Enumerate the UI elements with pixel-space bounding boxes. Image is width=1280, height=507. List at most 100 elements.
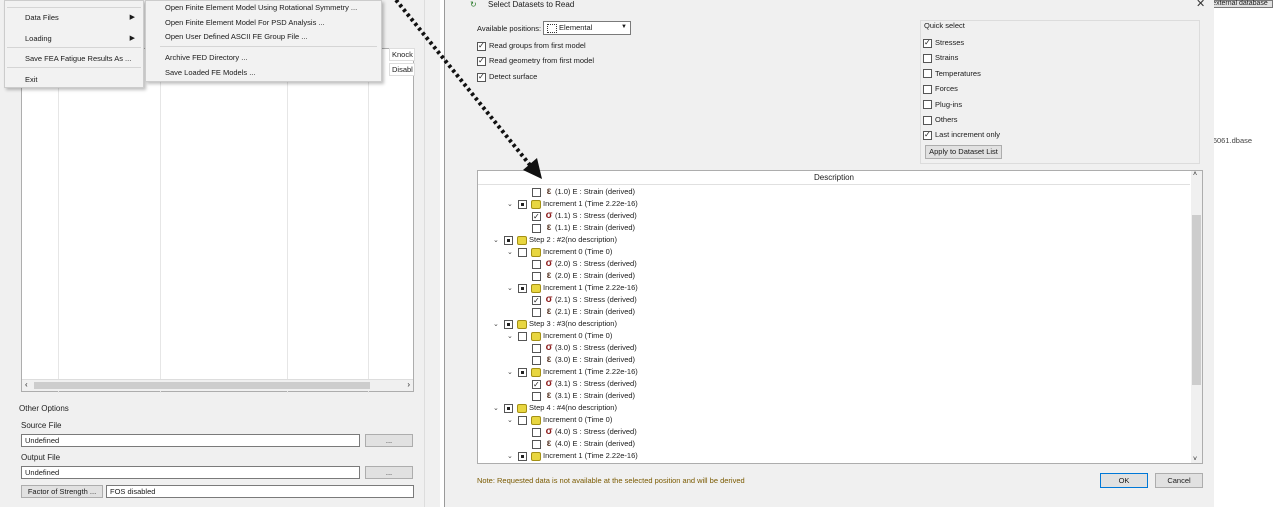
- dataset-row[interactable]: ⌄ Step 3 : #3(no description): [493, 318, 617, 330]
- row-checkbox[interactable]: [504, 319, 513, 329]
- external-database-button[interactable]: external database: [1207, 0, 1273, 8]
- dataset-row[interactable]: ⌄ Increment 1 (Time 2.22e-16): [507, 198, 638, 210]
- dataset-row[interactable]: ε (3.0) E : Strain (derived): [521, 354, 635, 366]
- expand-chevron-icon[interactable]: ⌄: [507, 199, 516, 211]
- menu-item-open-rotational[interactable]: Open Finite Element Model Using Rotation…: [165, 3, 357, 12]
- option-detect-surface[interactable]: Detect surface: [477, 72, 537, 82]
- available-positions-select[interactable]: Elemental ▼: [543, 21, 631, 35]
- source-file-field[interactable]: Undefined: [21, 434, 360, 447]
- description-column-header[interactable]: Description: [478, 171, 1190, 185]
- menu-item-open-ascii-group[interactable]: Open User Defined ASCII FE Group File ..…: [165, 32, 308, 41]
- column-header-disabled[interactable]: Disabl: [389, 63, 415, 76]
- row-checkbox[interactable]: [532, 259, 541, 269]
- expand-chevron-icon[interactable]: ⌄: [507, 331, 516, 343]
- expand-chevron-icon[interactable]: ⌄: [493, 319, 502, 331]
- scroll-thumb[interactable]: [1192, 215, 1201, 385]
- checkbox[interactable]: [923, 100, 932, 110]
- dataset-row[interactable]: ε (3.1) E : Strain (derived): [521, 390, 635, 402]
- vertical-scrollbar[interactable]: ˄ ˅: [1191, 171, 1202, 463]
- expand-chevron-icon[interactable]: ⌄: [493, 235, 502, 247]
- row-checkbox[interactable]: [504, 403, 513, 413]
- dataset-row[interactable]: σ(2.1) S : Stress (derived): [521, 294, 637, 307]
- dataset-row[interactable]: ε (1.0) E : Strain (derived): [521, 186, 635, 198]
- row-checkbox[interactable]: [532, 271, 541, 281]
- row-checkbox[interactable]: [518, 367, 527, 377]
- output-file-field[interactable]: Undefined: [21, 466, 360, 479]
- column-header-knock[interactable]: Knock: [389, 48, 415, 61]
- quick-select-item[interactable]: Others: [923, 115, 958, 125]
- cancel-button[interactable]: Cancel: [1155, 473, 1203, 488]
- expand-chevron-icon[interactable]: ⌄: [507, 451, 516, 463]
- expand-chevron-icon[interactable]: ⌄: [507, 247, 516, 259]
- quick-select-item[interactable]: Temperatures: [923, 69, 981, 79]
- checkbox[interactable]: [477, 72, 486, 82]
- row-checkbox[interactable]: [532, 439, 541, 449]
- horizontal-scrollbar[interactable]: ‹ ›: [22, 379, 413, 391]
- row-checkbox[interactable]: [532, 379, 541, 391]
- close-icon[interactable]: ✕: [1196, 0, 1205, 10]
- row-checkbox[interactable]: [518, 283, 527, 293]
- source-browse-button[interactable]: ...: [365, 434, 413, 447]
- dataset-row[interactable]: ⌄ Step 4 : #4(no description): [493, 402, 617, 414]
- menu-item-open-psd[interactable]: Open Finite Element Model For PSD Analys…: [165, 18, 325, 27]
- checkbox[interactable]: [923, 38, 932, 48]
- dataset-row[interactable]: σ (3.0) S : Stress (derived): [521, 342, 637, 354]
- dataset-row[interactable]: ⌄ Increment 0 (Time 0): [507, 330, 612, 342]
- dataset-row[interactable]: ⌄ Increment 1 (Time 2.22e-16): [507, 366, 638, 378]
- option-read-geometry[interactable]: Read geometry from first model: [477, 56, 594, 66]
- quick-select-item[interactable]: Stresses: [923, 38, 964, 48]
- dataset-row[interactable]: ⌄ Increment 1 (Time 2.22e-16): [507, 282, 638, 294]
- expand-chevron-icon[interactable]: ⌄: [507, 415, 516, 427]
- row-checkbox[interactable]: [532, 307, 541, 317]
- row-checkbox[interactable]: [518, 331, 527, 341]
- option-read-groups[interactable]: Read groups from first model: [477, 41, 586, 51]
- row-checkbox[interactable]: [518, 451, 527, 461]
- expand-chevron-icon[interactable]: ⌄: [507, 367, 516, 379]
- row-checkbox[interactable]: [532, 343, 541, 353]
- dataset-row[interactable]: ⌄ Increment 0 (Time 0): [507, 246, 612, 258]
- scroll-right-icon[interactable]: ›: [407, 380, 410, 389]
- dataset-row[interactable]: ε (2.1) E : Strain (derived): [521, 306, 635, 318]
- menu-item-data-files[interactable]: Data Files: [25, 13, 59, 22]
- checkbox[interactable]: [923, 115, 932, 125]
- row-checkbox[interactable]: [532, 223, 541, 233]
- model-tree[interactable]: ‹ ›: [21, 48, 414, 393]
- row-checkbox[interactable]: [532, 211, 541, 223]
- checkbox[interactable]: [923, 84, 932, 94]
- scroll-left-icon[interactable]: ‹: [25, 380, 28, 389]
- row-checkbox[interactable]: [518, 415, 527, 425]
- row-checkbox[interactable]: [518, 247, 527, 257]
- row-checkbox[interactable]: [532, 391, 541, 401]
- dataset-row[interactable]: σ (2.0) S : Stress (derived): [521, 258, 637, 270]
- dataset-row[interactable]: ε (4.0) E : Strain (derived): [521, 438, 635, 450]
- checkbox[interactable]: [923, 53, 932, 63]
- menu-item-exit[interactable]: Exit: [25, 75, 38, 84]
- dataset-row[interactable]: σ(3.1) S : Stress (derived): [521, 378, 637, 391]
- row-checkbox[interactable]: [532, 427, 541, 437]
- menu-item-archive-fed[interactable]: Archive FED Directory ...: [165, 53, 248, 62]
- menu-item-save-results[interactable]: Save FEA Fatigue Results As ...: [25, 54, 131, 63]
- fos-field[interactable]: FOS disabled: [106, 485, 414, 498]
- expand-chevron-icon[interactable]: ⌄: [507, 283, 516, 295]
- row-checkbox[interactable]: [518, 199, 527, 209]
- row-checkbox[interactable]: [532, 187, 541, 197]
- dataset-row[interactable]: ε (1.1) E : Strain (derived): [521, 222, 635, 234]
- scroll-down-icon[interactable]: ˅: [1193, 456, 1197, 463]
- quick-select-item[interactable]: Plug-ins: [923, 100, 962, 110]
- dataset-row[interactable]: ε (2.0) E : Strain (derived): [521, 270, 635, 282]
- dataset-row[interactable]: σ (4.0) S : Stress (derived): [521, 426, 637, 438]
- menu-item-save-fe-models[interactable]: Save Loaded FE Models ...: [165, 68, 255, 77]
- quick-select-item[interactable]: Forces: [923, 84, 958, 94]
- checkbox[interactable]: [477, 41, 486, 51]
- row-checkbox[interactable]: [532, 295, 541, 307]
- dataset-row[interactable]: ⌄ Step 2 : #2(no description): [493, 234, 617, 246]
- factor-of-strength-button[interactable]: Factor of Strength ...: [21, 485, 103, 498]
- row-checkbox[interactable]: [532, 355, 541, 365]
- dataset-list[interactable]: Description ε (1.0) E : Strain (derived) ⌄…: [477, 170, 1203, 464]
- apply-to-dataset-list-button[interactable]: Apply to Dataset List: [925, 145, 1002, 159]
- expand-chevron-icon[interactable]: ⌄: [493, 403, 502, 415]
- checkbox[interactable]: [477, 56, 486, 66]
- quick-select-item[interactable]: Last increment only: [923, 130, 1000, 140]
- checkbox[interactable]: [923, 69, 932, 79]
- row-checkbox[interactable]: [504, 235, 513, 245]
